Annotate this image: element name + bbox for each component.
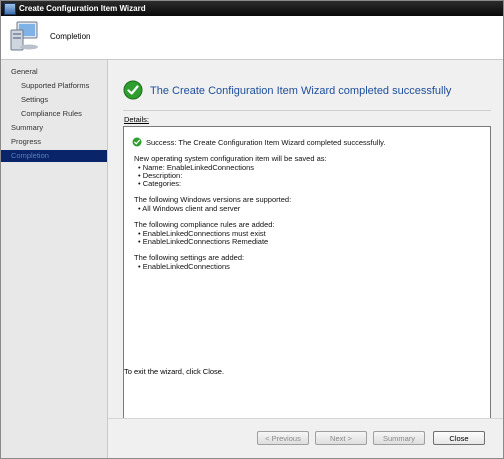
footer-separator	[108, 418, 503, 419]
details-success-line: Success: The Create Configuration Item W…	[146, 138, 386, 147]
checkmark-circle-icon	[132, 137, 142, 147]
sidebar-item-completion[interactable]: Completion	[1, 150, 107, 162]
details-bullet: • EnableLinkedConnections Remediate	[138, 237, 269, 246]
details-line: The following settings are added:	[134, 253, 245, 262]
sidebar-item-supported-platforms[interactable]: Supported Platforms	[21, 80, 89, 92]
page-title: Completion	[50, 32, 91, 41]
sidebar-item-compliance-rules[interactable]: Compliance Rules	[21, 108, 82, 120]
completion-headline: The Create Configuration Item Wizard com…	[150, 85, 452, 97]
separator	[123, 110, 491, 111]
details-line: The following compliance rules are added…	[134, 220, 275, 229]
details-bullet: • Categories:	[138, 179, 182, 188]
sidebar-item-summary[interactable]: Summary	[11, 122, 43, 134]
close-button[interactable]: Close	[433, 431, 485, 445]
title-bar[interactable]: Create Configuration Item Wizard	[1, 1, 503, 16]
summary-button[interactable]: Summary	[373, 431, 425, 445]
details-bullet: • All Windows client and server	[138, 204, 241, 213]
sidebar-item-progress[interactable]: Progress	[11, 136, 41, 148]
sidebar-item-general[interactable]: General	[11, 66, 38, 78]
details-label: Details:	[124, 115, 150, 124]
wizard-header: Completion	[1, 16, 503, 60]
wizard-window: Create Configuration Item Wizard Complet…	[0, 0, 504, 459]
window-title: Create Configuration Item Wizard	[19, 4, 146, 13]
app-icon	[4, 2, 16, 15]
wizard-steps-sidebar: General Supported Platforms Settings Com…	[1, 60, 108, 458]
previous-button[interactable]: < Previous	[257, 431, 309, 445]
checkmark-circle-icon	[123, 80, 143, 100]
details-line: New operating system configuration item …	[134, 154, 327, 163]
computer-icon	[10, 21, 38, 51]
details-bullet: • EnableLinkedConnections	[138, 262, 230, 271]
sidebar-item-settings[interactable]: Settings	[21, 94, 48, 106]
next-button[interactable]: Next >	[315, 431, 367, 445]
exit-instructions: To exit the wizard, click Close.	[124, 367, 225, 376]
main-content: The Create Configuration Item Wizard com…	[108, 60, 503, 458]
details-line: The following Windows versions are suppo…	[134, 195, 292, 204]
